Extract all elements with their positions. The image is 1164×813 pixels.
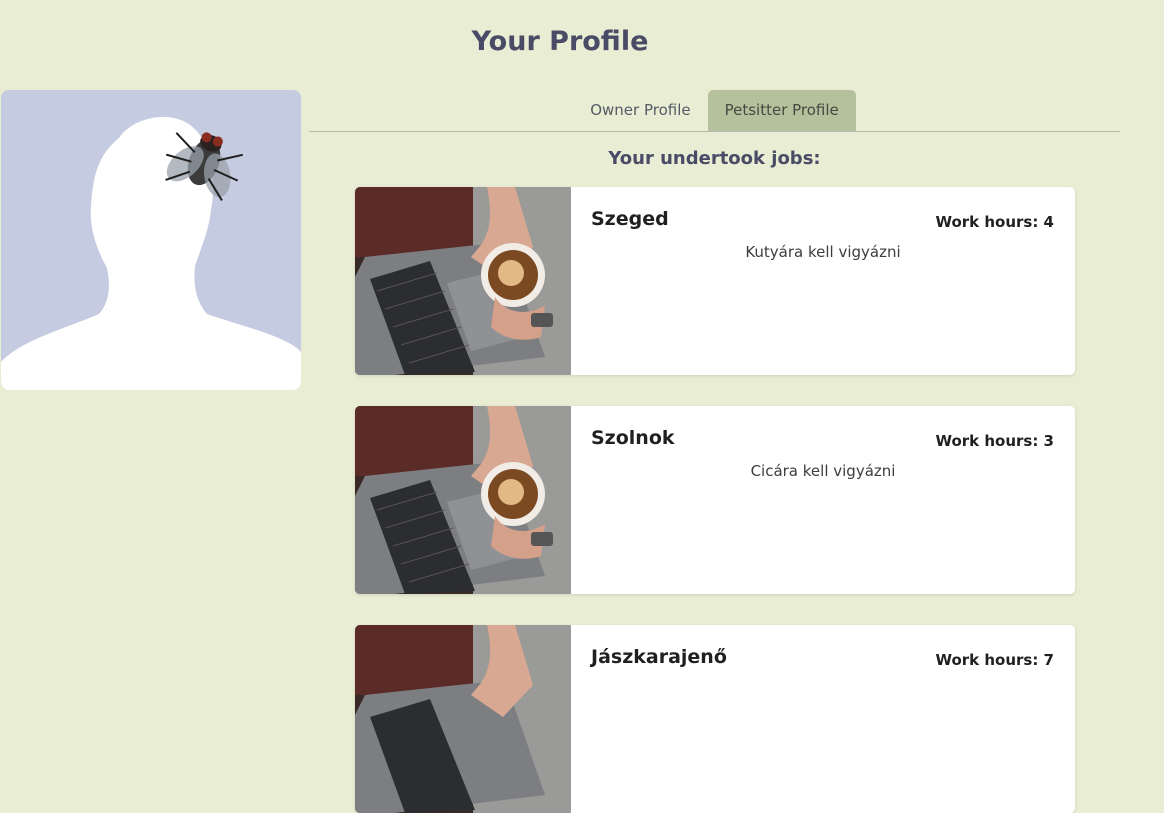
job-image	[355, 406, 571, 594]
job-work-hours: Work hours: 7	[935, 651, 1054, 669]
laptop-coffee-photo-icon	[355, 625, 571, 813]
job-image	[355, 625, 571, 813]
avatar-silhouette-icon	[1, 90, 301, 390]
profile-avatar	[1, 90, 301, 390]
job-card[interactable]: Szeged Work hours: 4 Kutyára kell vigyáz…	[355, 187, 1075, 375]
tab-owner-profile[interactable]: Owner Profile	[573, 90, 707, 131]
tab-petsitter-profile[interactable]: Petsitter Profile	[707, 90, 856, 131]
job-description: Kutyára kell vigyázni	[745, 243, 901, 261]
job-city: Szolnok	[591, 427, 675, 449]
jobs-section-title: Your undertook jobs:	[608, 148, 821, 169]
job-work-hours: Work hours: 4	[935, 213, 1054, 231]
page-title: Your Profile	[471, 26, 649, 57]
laptop-coffee-photo-icon	[355, 406, 571, 594]
job-work-hours: Work hours: 3	[935, 432, 1054, 450]
profile-tabs: Owner Profile Petsitter Profile	[309, 90, 1120, 132]
job-description: Cicára kell vigyázni	[750, 462, 896, 480]
job-image	[355, 187, 571, 375]
job-card[interactable]: Szolnok Work hours: 3 Cicára kell vigyáz…	[355, 406, 1075, 594]
job-city: Szeged	[591, 208, 669, 230]
job-card[interactable]: Jászkarajenő Work hours: 7	[355, 625, 1075, 813]
laptop-coffee-photo-icon	[355, 187, 571, 375]
